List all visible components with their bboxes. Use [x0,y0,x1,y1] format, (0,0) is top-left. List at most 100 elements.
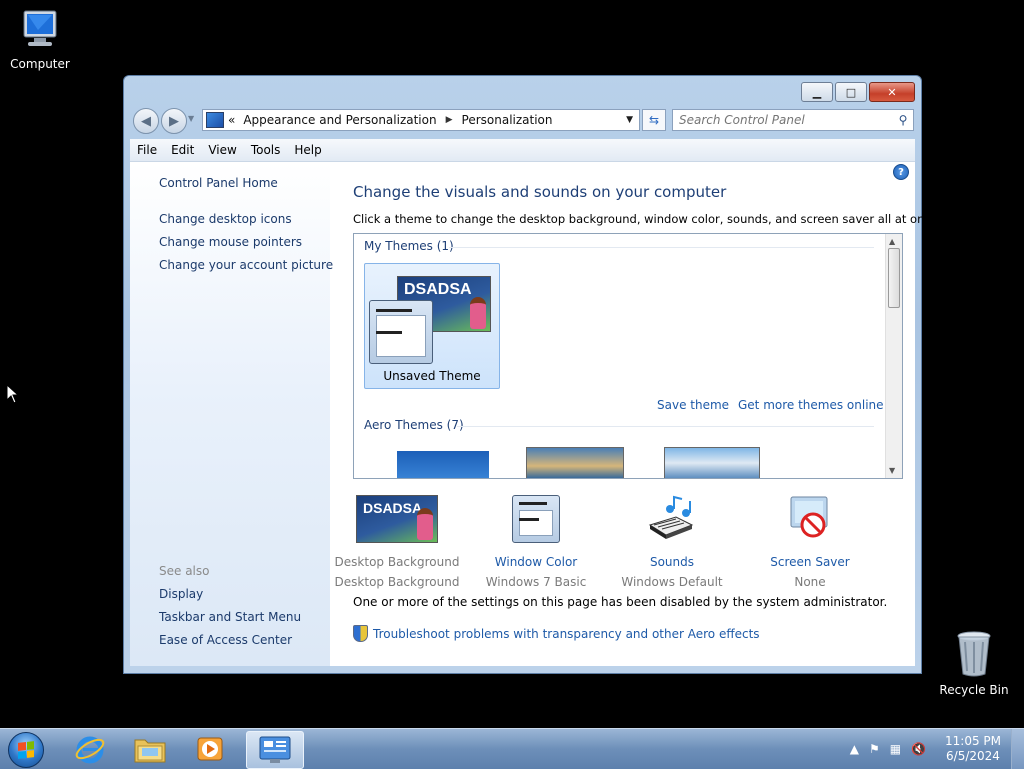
desktop-background-name: Desktop Background [334,555,460,569]
control-panel-home-link[interactable]: Control Panel Home [159,176,278,190]
maximize-button[interactable]: □ [835,82,867,102]
action-center-flag-icon[interactable]: ⚑ [869,742,880,756]
menu-file[interactable]: File [130,143,164,157]
help-icon[interactable]: ? [893,164,909,180]
menu-bar: File Edit View Tools Help [130,139,915,162]
back-button[interactable]: ◀ [133,108,159,134]
address-dropdown-icon[interactable]: ▼ [626,115,633,125]
policy-disabled-message: One or more of the settings on this page… [353,595,888,609]
troubleshoot-link[interactable]: Troubleshoot problems with transparency … [353,625,760,642]
screen-saver-value: None [794,575,826,589]
thumbnail-figure-icon [470,297,486,329]
desktop-background-setting: DSADSA Desktop Background Desktop Backgr… [327,495,467,589]
page-title: Change the visuals and sounds on your co… [353,183,727,201]
uac-shield-icon [353,625,368,642]
search-box[interactable]: ⚲ [672,109,914,131]
page-description: Click a theme to change the desktop back… [353,212,942,226]
network-icon[interactable]: ▦ [890,742,901,756]
clock[interactable]: 11:05 PM 6/5/2024 [945,734,1001,764]
minimize-button[interactable]: ▁ [801,82,833,102]
scroll-up-icon[interactable]: ▲ [889,237,895,246]
file-explorer-icon [134,739,166,763]
sounds-value: Windows Default [621,575,723,589]
save-theme-link[interactable]: Save theme [657,398,729,412]
breadcrumb-separator-icon[interactable]: ▶ [446,115,453,125]
aero-theme-windows7[interactable] [397,451,489,478]
taskbar-file-explorer[interactable] [122,731,178,767]
change-mouse-pointers-link[interactable]: Change mouse pointers [159,235,302,249]
desktop-background-brand: DSADSA [363,500,423,516]
refresh-icon: ⇆ [648,113,660,127]
taskbar-control-panel[interactable] [246,731,304,769]
taskbar-start-menu-link[interactable]: Taskbar and Start Menu [159,610,301,624]
aero-theme-characters[interactable] [664,447,760,478]
window-color-name[interactable]: Window Color [466,555,606,569]
content-area: Control Panel Home Change desktop icons … [130,162,941,666]
menu-edit[interactable]: Edit [164,143,201,157]
address-bar[interactable]: « Appearance and Personalization ▶ Perso… [202,109,640,131]
screen-saver-icon [790,496,828,538]
show-desktop-button[interactable] [1011,729,1024,769]
desktop-icon-recycle-bin[interactable]: Recycle Bin [934,630,1014,697]
breadcrumb-appearance[interactable]: Appearance and Personalization [243,113,436,127]
taskbar-internet-explorer[interactable] [62,731,118,767]
unsaved-theme-tile[interactable]: DSADSA Unsaved Theme [364,263,500,389]
volume-muted-icon[interactable]: 🔇 [911,742,926,756]
theme-list-scrollbar[interactable]: ▲ ▼ [885,234,902,478]
troubleshoot-link-label[interactable]: Troubleshoot problems with transparency … [373,627,760,641]
scrollbar-thumb[interactable] [888,248,900,308]
recycle-bin-icon [957,631,991,677]
get-more-themes-link[interactable]: Get more themes online [738,398,884,412]
forward-button[interactable]: ▶ [161,108,187,134]
desktop-background-icon: DSADSA [356,495,438,545]
search-input[interactable] [673,112,893,128]
desktop-background-value: Desktop Background [334,575,460,589]
group-divider [457,426,874,427]
forward-arrow-icon: ▶ [169,113,179,129]
close-button[interactable]: ✕ [869,82,915,102]
window-color-value: Windows 7 Basic [485,575,587,589]
window-color-preview-icon [369,300,433,364]
close-icon: ✕ [887,85,897,99]
system-tray: ▲ ⚑ ▦ 🔇 11:05 PM 6/5/2024 [845,729,1024,769]
breadcrumb-overflow[interactable]: « [228,113,235,127]
refresh-button[interactable]: ⇆ [642,109,666,131]
menu-view[interactable]: View [201,143,243,157]
unsaved-theme-label: Unsaved Theme [383,369,481,383]
internet-explorer-icon [75,736,105,764]
personalization-window: ▁ □ ✕ ◀ ▶ ▼ « Appearance and Personaliza… [123,75,941,674]
change-account-picture-link[interactable]: Change your account picture [159,258,333,272]
window-color-setting[interactable]: Window Color Windows 7 Basic [466,495,606,589]
recent-pages-dropdown[interactable]: ▼ [188,114,194,123]
change-desktop-icons-link[interactable]: Change desktop icons [159,212,292,226]
aero-theme-architecture[interactable] [526,447,624,478]
window-controls: ▁ □ ✕ [801,82,915,102]
screen-saver-name[interactable]: Screen Saver [740,555,880,569]
start-button[interactable] [8,732,44,768]
media-player-icon [197,737,223,761]
aero-themes-header[interactable]: Aero Themes (7) [364,418,464,432]
search-icon[interactable]: ⚲ [893,113,913,127]
my-themes-header[interactable]: My Themes (1) [364,239,454,253]
sounds-setting[interactable]: Sounds Windows Default [602,495,742,589]
breadcrumb-personalization[interactable]: Personalization [462,113,553,127]
taskbar-media-player[interactable] [182,731,238,767]
show-hidden-icons-icon[interactable]: ▲ [850,742,859,756]
group-divider [449,247,874,248]
computer-icon [23,10,57,46]
menu-help[interactable]: Help [287,143,328,157]
ease-of-access-link[interactable]: Ease of Access Center [159,633,292,647]
desktop-icon-computer[interactable]: Computer [0,8,80,71]
windows-logo-icon [18,741,34,759]
scroll-down-icon[interactable]: ▼ [889,466,895,475]
recycle-bin-label: Recycle Bin [939,683,1009,697]
menu-tools[interactable]: Tools [244,143,288,157]
taskbar: ▲ ⚑ ▦ 🔇 11:05 PM 6/5/2024 [0,728,1024,769]
see-also-heading: See also [159,564,210,578]
main-pane: ? Change the visuals and sounds on your … [327,162,941,666]
display-link[interactable]: Display [159,587,203,601]
sounds-name[interactable]: Sounds [602,555,742,569]
back-arrow-icon: ◀ [141,113,151,129]
computer-label: Computer [10,57,70,71]
screen-saver-setting[interactable]: Screen Saver None [740,495,880,589]
